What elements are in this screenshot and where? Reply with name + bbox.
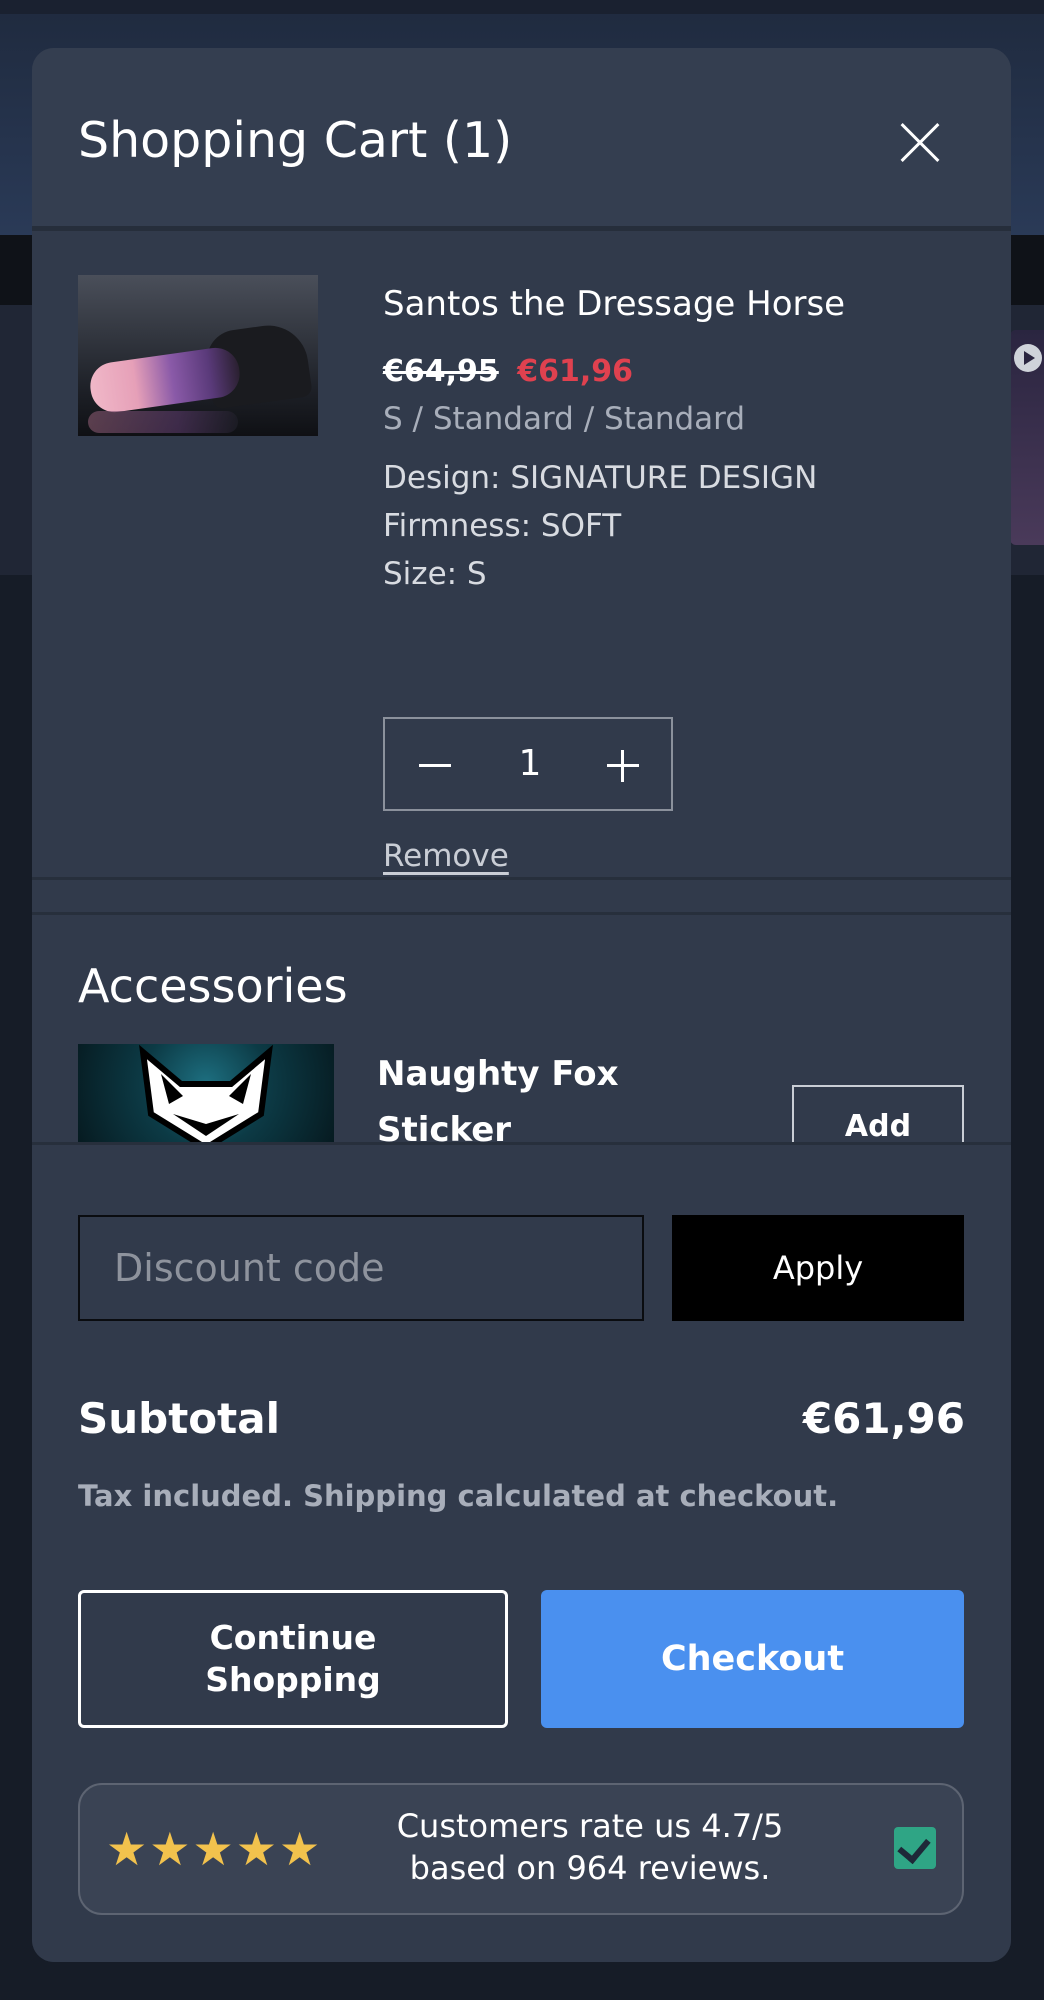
accessories-title: Accessories xyxy=(78,959,348,1013)
option-firmness: Firmness: SOFT xyxy=(383,508,622,544)
fox-logo-icon xyxy=(139,1044,273,1144)
cart-drawer: Shopping Cart (1) Santos the Dressage Ho… xyxy=(32,48,1011,1962)
page-top-strip xyxy=(0,0,1044,14)
divider xyxy=(32,912,1011,915)
quantity-value[interactable]: 1 xyxy=(485,739,575,789)
star-rating-icon: ★★★★★ xyxy=(106,1822,323,1876)
tax-note: Tax included. Shipping calculated at che… xyxy=(78,1479,839,1513)
close-icon[interactable] xyxy=(890,113,950,173)
cart-header: Shopping Cart (1) xyxy=(32,48,1011,231)
product-image-reflection xyxy=(88,411,238,433)
product-name[interactable]: Santos the Dressage Horse xyxy=(383,280,845,328)
option-design: Design: SIGNATURE DESIGN xyxy=(383,460,818,496)
divider xyxy=(32,877,1011,880)
plus-icon[interactable] xyxy=(595,737,651,793)
verified-check-icon xyxy=(894,1827,936,1869)
continue-shopping-button[interactable]: Continue Shopping xyxy=(78,1590,508,1728)
apply-discount-button[interactable]: Apply xyxy=(672,1215,964,1321)
reviews-badge[interactable]: ★★★★★ Customers rate us 4.7/5 based on 9… xyxy=(78,1783,964,1915)
subtotal-label: Subtotal xyxy=(78,1394,280,1443)
original-price: €64,95 xyxy=(383,354,499,389)
checkout-button[interactable]: Checkout xyxy=(541,1590,964,1728)
subtotal-value: €61,96 xyxy=(802,1394,965,1443)
cart-line-item: Santos the Dressage Horse €64,95 €61,96 … xyxy=(32,231,1011,879)
price-row: €64,95 €61,96 xyxy=(383,352,633,392)
sale-price: €61,96 xyxy=(517,354,634,389)
accessory-thumbnail[interactable] xyxy=(78,1044,334,1144)
option-size: Size: S xyxy=(383,556,487,592)
play-icon xyxy=(1014,344,1042,372)
variant-summary: S / Standard / Standard xyxy=(383,401,746,437)
discount-code-input[interactable] xyxy=(78,1215,644,1321)
review-summary: Customers rate us 4.7/5 based on 964 rev… xyxy=(396,1807,784,1887)
cart-title: Shopping Cart (1) xyxy=(78,112,513,169)
quantity-stepper: 1 xyxy=(383,717,673,811)
product-thumbnail[interactable] xyxy=(78,275,318,436)
remove-link[interactable]: Remove xyxy=(383,835,509,877)
minus-icon[interactable] xyxy=(407,737,463,793)
